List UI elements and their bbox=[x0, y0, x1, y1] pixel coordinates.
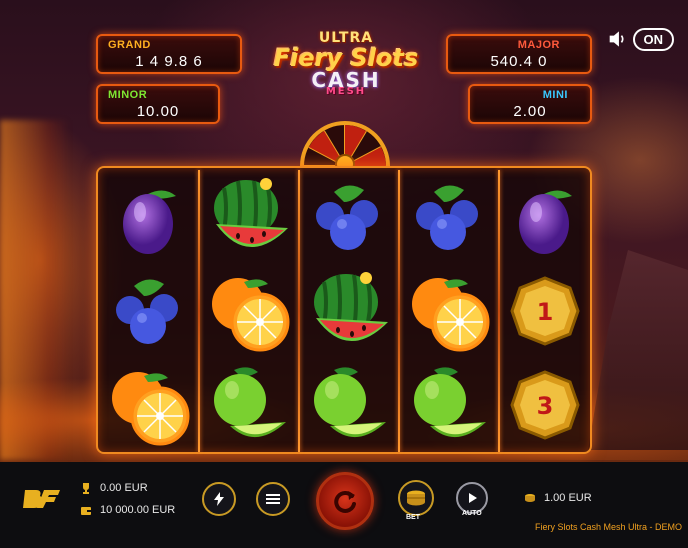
symbol-blueberries bbox=[400, 170, 498, 264]
watermelon-icon bbox=[214, 178, 288, 248]
symbol-plum bbox=[100, 170, 198, 264]
bet-button-label: BET bbox=[406, 514, 420, 521]
major-jackpot-label: MAJOR bbox=[517, 39, 560, 51]
symbol-coin: 1 bbox=[500, 264, 590, 358]
win-value: 0.00 EUR bbox=[100, 482, 148, 494]
minor-jackpot-panel: MINOR 10.00 bbox=[96, 84, 220, 124]
symbol-blueberries bbox=[100, 264, 198, 358]
blueberries-icon bbox=[116, 279, 178, 344]
lime-icon bbox=[414, 367, 486, 438]
game-logo: ULTRA Fiery Slots CASH MESH bbox=[262, 30, 430, 106]
mini-jackpot-panel: MINI 2.00 bbox=[468, 84, 592, 124]
bet-value: 1.00 EUR bbox=[544, 492, 592, 504]
orange-icon bbox=[412, 278, 490, 352]
coin-value: 3 bbox=[537, 392, 554, 420]
symbol-watermelon bbox=[200, 170, 298, 264]
coin-stack-icon bbox=[407, 490, 425, 506]
bet-amount: 1.00 EUR bbox=[524, 492, 592, 504]
bf-games-logo-icon bbox=[23, 490, 60, 508]
reel-3 bbox=[300, 170, 398, 452]
symbol-orange bbox=[200, 264, 298, 358]
mini-jackpot-label: MINI bbox=[542, 89, 568, 101]
autoplay-button-label: AUTO bbox=[462, 510, 482, 517]
bet-button[interactable] bbox=[398, 480, 434, 516]
major-jackpot-panel: MAJOR 540.4 0 bbox=[446, 34, 592, 74]
minor-jackpot-value: 10.00 bbox=[136, 103, 180, 120]
major-jackpot-value: 540.4 0 bbox=[490, 53, 548, 70]
sound-toggle[interactable]: ON bbox=[608, 24, 674, 54]
minor-jackpot-label: MINOR bbox=[108, 89, 148, 101]
reel-4 bbox=[400, 170, 498, 452]
logo-fiery-slots-text: Fiery Slots bbox=[273, 44, 419, 72]
grand-jackpot-label: GRAND bbox=[108, 39, 151, 51]
logo-mesh-text: MESH bbox=[325, 86, 367, 97]
bonus-wheel-icon bbox=[300, 121, 390, 166]
game-stage: GRAND 1 4 9.8 6 MINOR 10.00 MAJOR 540.4 … bbox=[0, 0, 688, 548]
game-title: Fiery Slots Cash Mesh Ultra - DEMO bbox=[534, 522, 682, 532]
plum-icon bbox=[519, 190, 572, 254]
reel-grid: 1 3 bbox=[96, 166, 592, 454]
mini-jackpot-value: 2.00 bbox=[513, 103, 547, 120]
rock-right bbox=[588, 250, 688, 450]
watermelon-icon bbox=[314, 272, 388, 342]
grand-jackpot-panel: GRAND 1 4 9.8 6 bbox=[96, 34, 242, 74]
symbol-orange bbox=[100, 358, 198, 452]
lightning-icon bbox=[214, 492, 224, 506]
wallet-icon bbox=[81, 507, 91, 515]
balance-amount: 10 000.00 EUR bbox=[80, 504, 175, 516]
symbol-orange bbox=[400, 264, 498, 358]
symbol-blueberries bbox=[300, 170, 398, 264]
symbol-lime bbox=[200, 358, 298, 452]
grand-jackpot-value: 1 4 9.8 6 bbox=[135, 53, 203, 70]
reel-5: 1 3 bbox=[500, 170, 590, 452]
plum-icon bbox=[123, 190, 176, 254]
spin-arrow-icon bbox=[334, 490, 356, 513]
lime-icon bbox=[214, 367, 286, 438]
reel-1 bbox=[100, 170, 198, 452]
coin-value: 1 bbox=[537, 298, 554, 326]
orange-icon bbox=[112, 372, 190, 446]
orange-icon bbox=[212, 278, 290, 352]
cash-coin-icon: 3 bbox=[510, 370, 580, 440]
hamburger-menu-icon bbox=[266, 494, 280, 504]
blueberries-icon bbox=[416, 185, 478, 250]
symbol-lime bbox=[400, 358, 498, 452]
lime-icon bbox=[314, 367, 386, 438]
reel-2 bbox=[200, 170, 298, 452]
symbol-plum bbox=[500, 170, 590, 264]
cash-coin-icon: 1 bbox=[510, 276, 580, 346]
menu-button[interactable] bbox=[256, 482, 290, 516]
blueberries-icon bbox=[316, 185, 378, 250]
turbo-button[interactable] bbox=[202, 482, 236, 516]
speaker-icon bbox=[609, 31, 624, 47]
trophy-icon bbox=[83, 483, 89, 494]
symbol-coin: 3 bbox=[500, 358, 590, 452]
balance-value: 10 000.00 EUR bbox=[100, 504, 176, 516]
play-icon bbox=[469, 493, 477, 503]
sound-toggle-label: ON bbox=[632, 27, 674, 51]
coins-icon bbox=[525, 494, 535, 502]
win-amount: 0.00 EUR bbox=[80, 482, 148, 494]
spin-button[interactable] bbox=[316, 472, 374, 530]
symbol-lime bbox=[300, 358, 398, 452]
symbol-watermelon bbox=[300, 264, 398, 358]
